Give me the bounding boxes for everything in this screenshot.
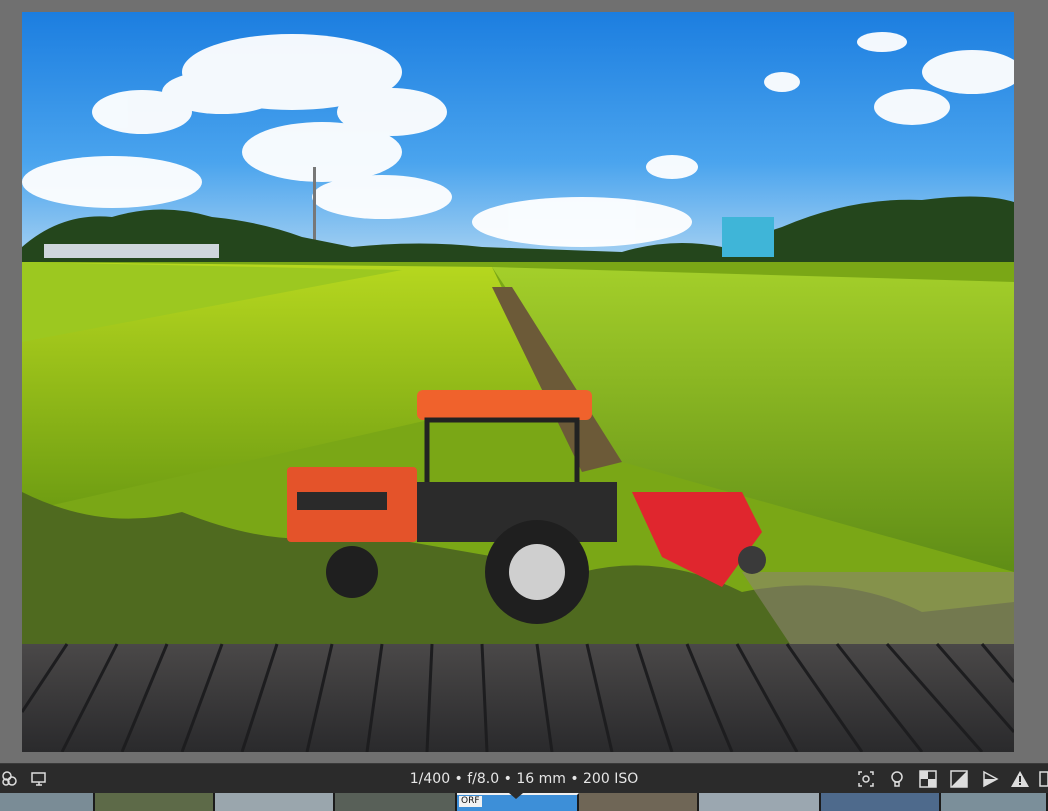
exposure-icon[interactable]: [949, 769, 969, 789]
softproof-icon[interactable]: [980, 769, 1000, 789]
info-bar: 1/400 • f/8.0 • 16 mm • 200 ISO: [0, 763, 1048, 794]
focus-icon[interactable]: [856, 769, 876, 789]
bulb-icon[interactable]: [887, 769, 907, 789]
filmstrip-thumb[interactable]: [821, 793, 941, 811]
file-format-label: ORF: [459, 796, 482, 807]
active-thumb-pointer: [509, 793, 523, 799]
split-icon[interactable]: [1038, 769, 1048, 789]
filmstrip-thumb[interactable]: [941, 793, 1048, 811]
filmstrip-thumb[interactable]: [579, 793, 699, 811]
filmstrip-thumb[interactable]: [95, 793, 215, 811]
filmstrip: ORF: [0, 793, 1048, 811]
warning-icon[interactable]: [1010, 769, 1030, 789]
photo-preview[interactable]: [22, 12, 1014, 752]
checker-icon[interactable]: [918, 769, 938, 789]
filmstrip-thumb[interactable]: [335, 793, 457, 811]
image-viewer: [0, 0, 1048, 763]
filmstrip-thumb[interactable]: [0, 793, 95, 811]
filmstrip-thumb[interactable]: [699, 793, 821, 811]
filmstrip-thumb[interactable]: [215, 793, 335, 811]
